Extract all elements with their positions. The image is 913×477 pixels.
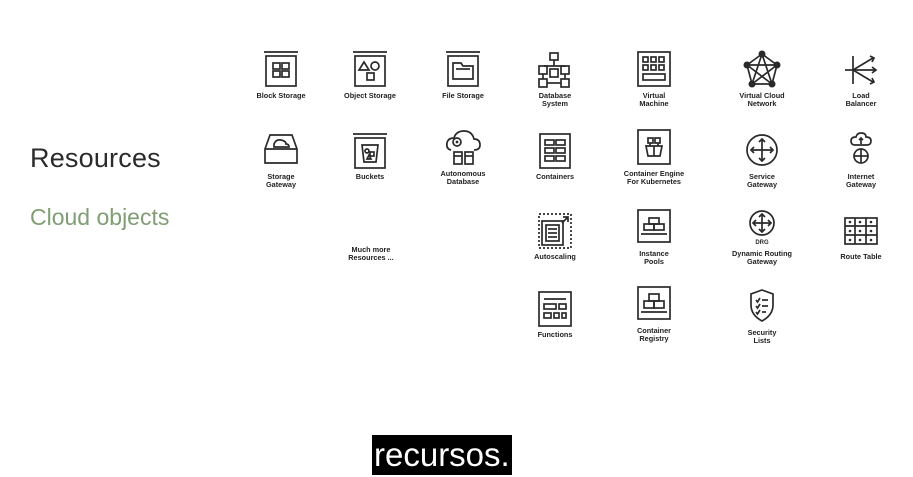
security-lists-icon [750, 289, 774, 322]
tile-service-gateway: Service Gateway [707, 131, 817, 203]
tile-container-registry: Container Registry [599, 285, 709, 357]
tile-label: Autoscaling [534, 252, 576, 261]
tile-label: Security Lists [747, 328, 777, 345]
tile-label: Containers [535, 172, 575, 181]
tile-virtual-cloud-network: Virtual Cloud Network [707, 50, 817, 122]
block-storage-icon [264, 51, 298, 87]
tile-label: Virtual Machine [639, 91, 669, 108]
internet-gateway-icon [850, 132, 872, 164]
tile-database-system: Database System [500, 50, 610, 122]
object-storage-icon [353, 51, 387, 87]
subtitle-caption: recursos. [372, 435, 512, 475]
load-balancer-icon [845, 55, 878, 85]
file-storage-icon [446, 51, 480, 87]
tile-container-engine: Container Engine For Kubernetes [599, 128, 709, 200]
container-engine-icon [637, 129, 671, 165]
tile-label: Dynamic Routing Gateway [732, 249, 792, 266]
tile-label: Route Table [840, 252, 882, 261]
tile-label: Service Gateway [746, 172, 777, 189]
service-gateway-icon [746, 134, 778, 166]
tile-containers: Containers [500, 131, 610, 203]
instance-pools-icon [637, 209, 671, 243]
tile-functions: Functions [500, 289, 610, 361]
virtual-machine-icon [637, 51, 671, 87]
more-resources-label: Much more Resources ... [348, 245, 394, 262]
tile-internet-gateway: Internet Gateway [806, 131, 913, 203]
buckets-icon [353, 133, 387, 169]
tile-label: Virtual Cloud Network [739, 91, 785, 108]
section-subtitle: Cloud objects [30, 204, 170, 230]
tile-instance-pools: Instance Pools [599, 208, 709, 280]
container-registry-icon [637, 286, 671, 320]
tile-autoscaling: Autoscaling [500, 211, 610, 283]
tile-label: Container Engine For Kubernetes [623, 169, 685, 186]
tile-security-lists: Security Lists [707, 287, 817, 359]
tile-load-balancer: Load Balancer [806, 50, 913, 122]
virtual-cloud-network-icon [743, 50, 781, 88]
tile-dynamic-routing-gateway: DRG Dynamic Routing Gateway [707, 208, 817, 280]
autoscaling-icon [538, 213, 572, 249]
drg-icon: DRG [749, 210, 775, 246]
tile-route-table: Route Table [806, 211, 913, 283]
svg-text:DRG: DRG [755, 240, 769, 246]
tile-label: Container Registry [636, 326, 672, 343]
tile-label: Functions [537, 330, 573, 339]
tile-label: Instance Pools [639, 249, 669, 266]
tile-label: Load Balancer [845, 91, 877, 108]
autonomous-database-icon [445, 130, 481, 165]
containers-icon [539, 133, 571, 169]
tile-label: Database System [538, 91, 572, 108]
tile-label: Internet Gateway [845, 172, 876, 189]
section-title: Resources [30, 143, 161, 173]
database-system-icon [538, 52, 570, 88]
tile-virtual-machine: Virtual Machine [599, 50, 709, 122]
storage-gateway-icon [264, 134, 298, 164]
route-table-icon [844, 217, 878, 245]
functions-icon [538, 291, 572, 327]
